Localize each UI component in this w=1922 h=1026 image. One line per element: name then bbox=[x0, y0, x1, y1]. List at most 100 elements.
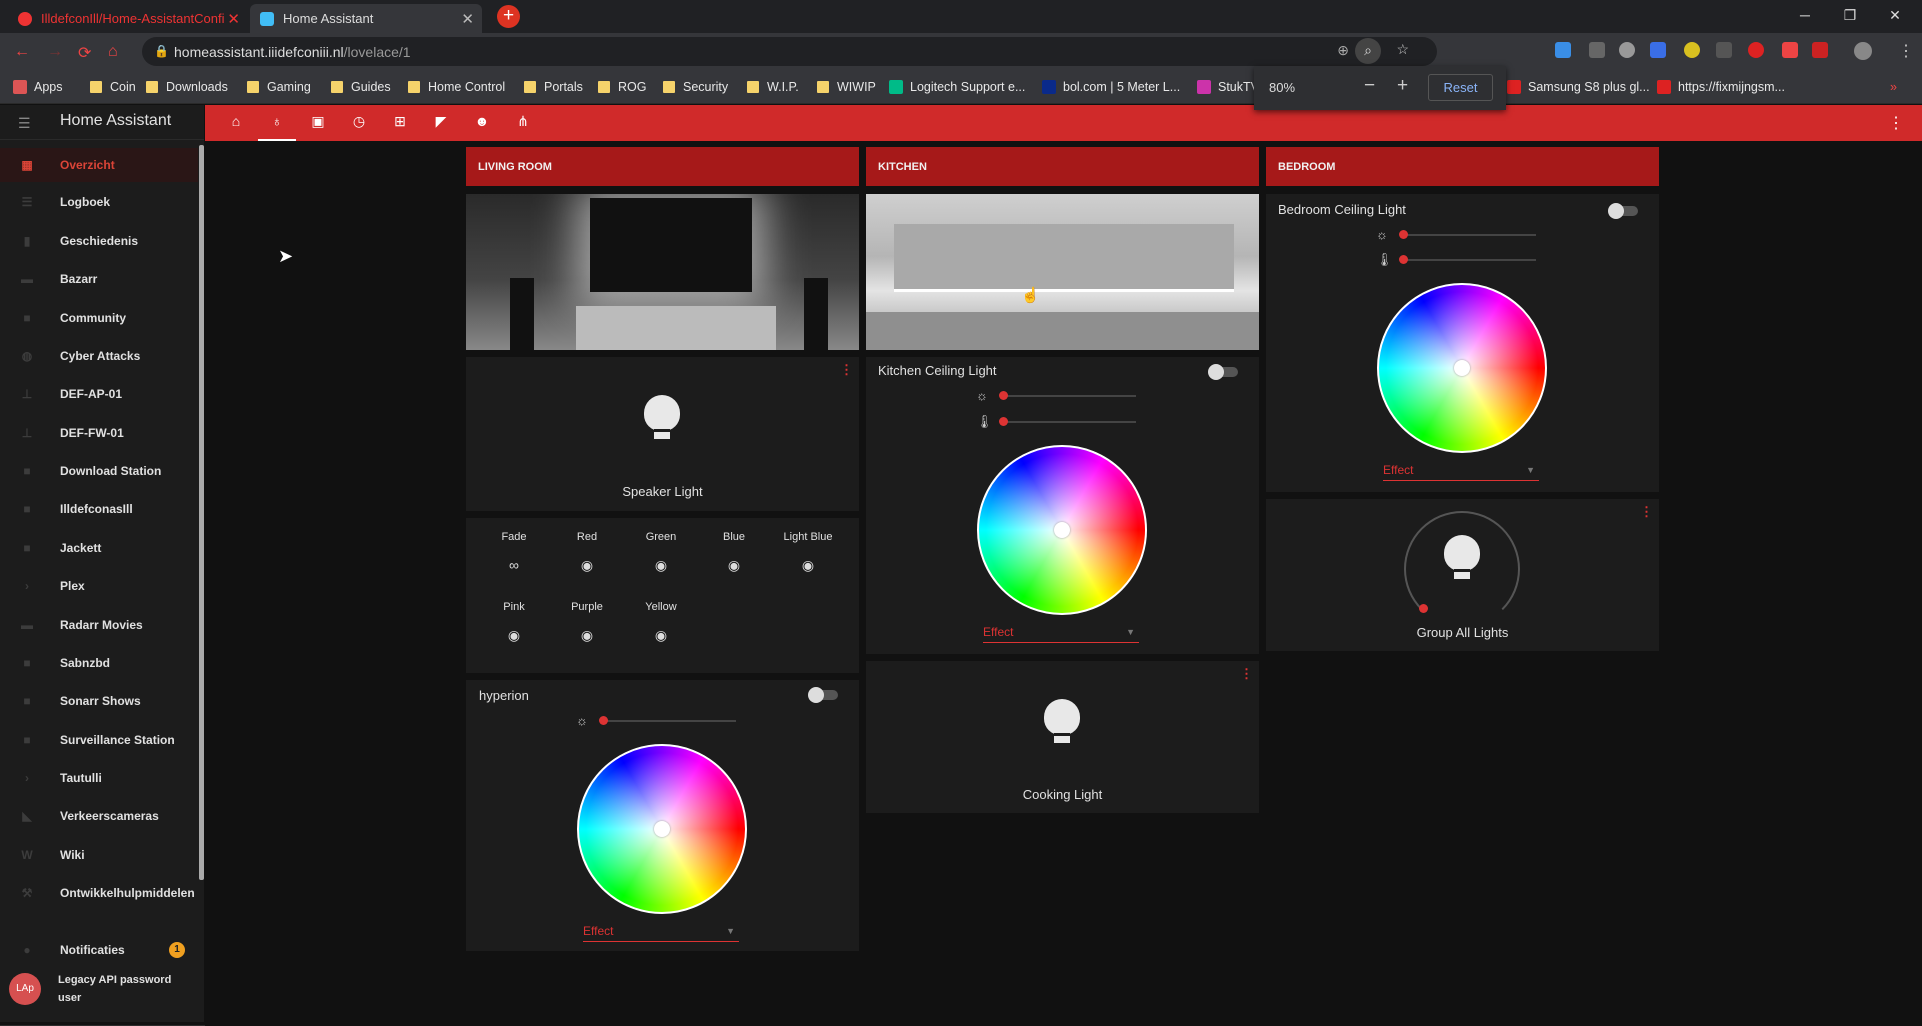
kitchen-ceiling-toggle[interactable] bbox=[1208, 364, 1238, 380]
effect-dropdown[interactable]: Effect ▼ bbox=[1383, 463, 1539, 481]
add-icon[interactable]: ⊕ bbox=[1337, 42, 1349, 59]
new-tab-button[interactable]: + bbox=[497, 5, 520, 28]
color-temp-slider[interactable]: 🌡 bbox=[1376, 252, 1536, 268]
more-options-icon[interactable]: ⋮ bbox=[840, 362, 853, 378]
bookmark-folder[interactable]: Downloads bbox=[146, 80, 228, 94]
color-wheel[interactable] bbox=[577, 744, 747, 914]
tab-media-icon[interactable]: ▣ bbox=[307, 113, 329, 133]
bookmark-folder[interactable]: Portals bbox=[524, 80, 583, 94]
scene-fade[interactable]: Fade ∞ bbox=[479, 531, 549, 573]
extension-icon[interactable] bbox=[1650, 42, 1666, 58]
light-bulb-icon[interactable] bbox=[1044, 699, 1080, 745]
sidebar-item-verkeerscameras[interactable]: ◣ Verkeerscameras bbox=[0, 799, 198, 833]
view-menu-icon[interactable]: ⋮ bbox=[1888, 113, 1904, 133]
hyperion-toggle[interactable] bbox=[808, 687, 838, 703]
extension-icon[interactable] bbox=[1782, 42, 1798, 58]
more-options-icon[interactable]: ⋮ bbox=[1640, 504, 1653, 520]
tab-people-icon[interactable]: ☻ bbox=[471, 113, 493, 133]
browser-tab-home-assistant[interactable]: Home Assistant ✕ bbox=[250, 4, 482, 33]
home-icon[interactable]: ⌂ bbox=[108, 43, 118, 61]
bedroom-ceiling-toggle[interactable] bbox=[1608, 203, 1638, 219]
speaker-light-card[interactable]: ⋮ Speaker Light bbox=[466, 357, 859, 511]
color-wheel-marker[interactable] bbox=[1054, 522, 1070, 538]
scene-blue[interactable]: Blue ◉ bbox=[699, 531, 769, 574]
bookmark-folder[interactable]: WIWIP bbox=[817, 80, 876, 94]
scene-purple[interactable]: Purple ◉ bbox=[552, 601, 622, 644]
color-wheel[interactable] bbox=[977, 445, 1147, 615]
bookmark-fixmijngsm[interactable]: https://fixmijngsm... bbox=[1657, 80, 1785, 94]
sidebar-scrollbar[interactable] bbox=[199, 145, 204, 880]
effect-dropdown[interactable]: Effect ▼ bbox=[583, 924, 739, 942]
tab-camera-icon[interactable]: ◤ bbox=[430, 113, 452, 133]
color-wheel-marker[interactable] bbox=[1454, 360, 1470, 376]
brightness-slider[interactable]: ☼ bbox=[976, 388, 1136, 404]
sidebar-item-download-station[interactable]: ■ Download Station bbox=[0, 454, 198, 488]
browser-tab-github[interactable]: IlldefconIll/Home-AssistantConfi ✕ bbox=[8, 4, 248, 33]
avatar[interactable]: LAp bbox=[9, 973, 41, 1005]
sidebar-item-radarr-movies[interactable]: ▬ Radarr Movies bbox=[0, 608, 198, 642]
minimize-icon[interactable]: ─ bbox=[1783, 0, 1827, 30]
zoom-icon[interactable]: ⌕ bbox=[1355, 38, 1381, 64]
bookmark-apps[interactable]: Apps bbox=[13, 80, 63, 94]
light-bulb-icon[interactable] bbox=[644, 395, 680, 441]
scene-red[interactable]: Red ◉ bbox=[552, 531, 622, 574]
bookmark-folder[interactable]: Coin bbox=[90, 80, 136, 94]
bookmark-folder[interactable]: ROG bbox=[598, 80, 646, 94]
scene-green[interactable]: Green ◉ bbox=[626, 531, 696, 574]
restore-icon[interactable]: ❐ bbox=[1828, 0, 1872, 30]
sidebar-item-def-ap-01[interactable]: ⊥ DEF-AP-01 bbox=[0, 377, 198, 411]
more-bookmarks-icon[interactable]: » bbox=[1890, 80, 1897, 94]
tab-home-icon[interactable]: ⌂ bbox=[225, 113, 247, 133]
extension-icon[interactable] bbox=[1555, 42, 1571, 58]
sidebar-item-overzicht[interactable]: ▦ Overzicht bbox=[0, 148, 198, 182]
sidebar-item-illdefconasill[interactable]: ■ IlldefconasIll bbox=[0, 492, 198, 526]
tab-network-icon[interactable]: ⊞ bbox=[389, 113, 411, 133]
download-icon[interactable] bbox=[1589, 42, 1605, 58]
cooking-light-card[interactable]: ⋮ Cooking Light bbox=[866, 661, 1259, 813]
sidebar-item-notificaties[interactable]: ● Notificaties 1 bbox=[0, 933, 198, 967]
scene-yellow[interactable]: Yellow ◉ bbox=[626, 601, 696, 644]
scene-pink[interactable]: Pink ◉ bbox=[479, 601, 549, 644]
sidebar-item-community[interactable]: ■ Community bbox=[0, 301, 198, 335]
effect-dropdown[interactable]: Effect ▼ bbox=[983, 625, 1139, 643]
bookmark-stuktv[interactable]: StukTV bbox=[1197, 80, 1259, 94]
sidebar-item-sonarr-shows[interactable]: ■ Sonarr Shows bbox=[0, 684, 198, 718]
extension-icon[interactable] bbox=[1716, 42, 1732, 58]
color-temp-slider[interactable]: 🌡 bbox=[976, 414, 1136, 430]
close-window-icon[interactable]: ✕ bbox=[1873, 0, 1917, 30]
bookmark-bol[interactable]: bol.com | 5 Meter L... bbox=[1042, 80, 1180, 94]
reload-icon[interactable]: ⟳ bbox=[78, 43, 91, 63]
extension-icon[interactable] bbox=[1619, 42, 1635, 58]
living-room-camera[interactable] bbox=[466, 194, 859, 350]
sidebar-item-surveillance-station[interactable]: ■ Surveillance Station bbox=[0, 723, 198, 757]
back-icon[interactable]: ← bbox=[14, 43, 30, 61]
close-tab-icon[interactable]: ✕ bbox=[461, 10, 474, 28]
extension-icon[interactable] bbox=[1748, 42, 1764, 58]
tab-lights-icon[interactable]: ♁ bbox=[258, 113, 296, 141]
sidebar-item-def-fw-01[interactable]: ⊥ DEF-FW-01 bbox=[0, 416, 198, 450]
light-bulb-icon[interactable] bbox=[1444, 535, 1480, 581]
sidebar-item-jackett[interactable]: ■ Jackett bbox=[0, 531, 198, 565]
sidebar-item-wiki[interactable]: W Wiki bbox=[0, 838, 198, 872]
profile-icon[interactable] bbox=[1854, 42, 1872, 60]
group-all-lights-card[interactable]: ⋮ Group All Lights bbox=[1266, 499, 1659, 651]
sidebar-item-bazarr[interactable]: ▬ Bazarr bbox=[0, 262, 198, 296]
tab-climate-icon[interactable]: ◷ bbox=[348, 113, 370, 133]
scene-light-blue[interactable]: Light Blue ◉ bbox=[773, 531, 843, 574]
bookmark-folder[interactable]: W.I.P. bbox=[747, 80, 799, 94]
browser-menu-icon[interactable]: ⋮ bbox=[1898, 41, 1914, 61]
star-icon[interactable]: ☆ bbox=[1396, 41, 1409, 58]
more-options-icon[interactable]: ⋮ bbox=[1240, 666, 1253, 682]
close-tab-icon[interactable]: ✕ bbox=[227, 10, 240, 28]
bookmark-logitech[interactable]: Logitech Support e... bbox=[889, 80, 1025, 94]
bookmark-folder[interactable]: Gaming bbox=[247, 80, 311, 94]
zoom-reset-button[interactable]: Reset bbox=[1428, 74, 1493, 101]
bookmark-folder[interactable]: Home Control bbox=[408, 80, 505, 94]
sidebar-item-ontwikkelhulpmiddelen[interactable]: ⚒ Ontwikkelhulpmiddelen bbox=[0, 876, 198, 910]
color-wheel[interactable] bbox=[1377, 283, 1547, 453]
forward-icon[interactable]: → bbox=[47, 43, 63, 61]
brightness-slider[interactable]: ☼ bbox=[1376, 227, 1536, 243]
sidebar-item-geschiedenis[interactable]: ▮ Geschiedenis bbox=[0, 224, 198, 258]
sidebar-item-logboek[interactable]: ☰ Logboek bbox=[0, 185, 198, 219]
zoom-in-icon[interactable]: + bbox=[1397, 75, 1408, 97]
